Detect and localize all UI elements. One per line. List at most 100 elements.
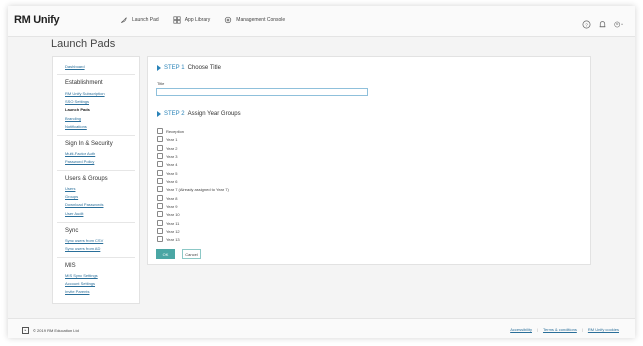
year-group-option[interactable]: Year 11 [157, 220, 179, 226]
footer-link-accessibility[interactable]: Accessibility [510, 327, 532, 332]
year-group-option[interactable]: Reception [157, 128, 184, 134]
year-group-option[interactable]: Year 13 [157, 236, 180, 242]
nav-launch-pad-label: Launch Pad [132, 17, 159, 23]
sidebar-item-launch-pads[interactable]: Launch Pads [65, 108, 90, 112]
step-1-header: STEP 1 Choose Title [157, 65, 221, 71]
footer-divider: | [536, 327, 539, 332]
title-label: Title [157, 81, 165, 86]
main-nav: Launch Pad App Library Management Consol… [120, 16, 285, 24]
checkbox[interactable] [157, 136, 163, 142]
svg-text:?: ? [585, 22, 588, 27]
sidebar-item-groups[interactable]: Groups [65, 195, 78, 199]
step-arrow-icon [157, 111, 161, 117]
sidebar: Dashboard Establishment RM Unify Subscri… [52, 56, 140, 304]
footer-link-cookies[interactable]: RM Unify cookies [588, 327, 619, 332]
user-menu-icon[interactable] [614, 16, 623, 34]
copyright-text: © 2019 RM Education Ltd [33, 328, 79, 333]
year-group-option[interactable]: Year 5 [157, 170, 177, 176]
step-arrow-icon [157, 65, 161, 71]
nav-app-library[interactable]: App Library [173, 16, 211, 24]
logo[interactable]: RM Unify [14, 14, 60, 26]
copyright: ▸ © 2019 RM Education Ltd [22, 327, 79, 334]
help-icon[interactable]: ? [582, 16, 591, 34]
sidebar-item-invite-parents[interactable]: Invite Parents [65, 290, 89, 294]
checkbox[interactable] [157, 228, 163, 234]
year-group-label: Year 3 [166, 153, 178, 159]
year-group-option[interactable]: Year 8 [157, 195, 177, 201]
sidebar-divider [57, 257, 135, 258]
year-group-label: Year 10 [166, 211, 180, 217]
year-group-label: Year 4 [166, 161, 178, 167]
checkbox[interactable] [157, 145, 163, 151]
step-2-title: Assign Year Groups [187, 111, 241, 117]
year-group-label: Year 6 [166, 178, 178, 184]
checkbox[interactable] [157, 128, 163, 134]
year-group-option[interactable]: Year 10 [157, 211, 180, 217]
sidebar-link-dashboard[interactable]: Dashboard [65, 65, 85, 69]
sidebar-heading-sync: Sync [65, 228, 79, 234]
sidebar-item-user-audit[interactable]: User Audit [65, 212, 83, 216]
sidebar-item-download-passwords[interactable]: Download Passwords [65, 203, 103, 207]
sidebar-item-branding[interactable]: Branding [65, 117, 81, 121]
checkbox[interactable] [157, 220, 163, 226]
app-window: RM Unify Launch Pad App Library Manageme… [8, 6, 635, 338]
nav-app-library-label: App Library [184, 17, 211, 23]
checkbox[interactable] [157, 195, 163, 201]
year-group-option[interactable]: Year 7 (Already assigned to Year 7) [157, 186, 229, 192]
sidebar-item-notifications[interactable]: Notifications [65, 125, 87, 129]
sidebar-divider [57, 222, 135, 223]
sidebar-item-sso-settings[interactable]: SSO Settings [65, 100, 89, 104]
sidebar-item-sync-ad[interactable]: Sync users from AD [65, 247, 100, 251]
year-group-label: Year 5 [166, 170, 178, 176]
year-group-option[interactable]: Year 3 [157, 153, 177, 159]
year-group-label: Year 13 [166, 236, 180, 242]
year-group-option[interactable]: Year 2 [157, 145, 177, 151]
year-group-option[interactable]: Year 6 [157, 178, 177, 184]
checkbox[interactable] [157, 170, 163, 176]
year-group-option[interactable]: Year 9 [157, 203, 177, 209]
footer-divider: | [581, 327, 583, 332]
nav-management-console[interactable]: Management Console [224, 16, 285, 24]
step-2-header: STEP 2 Assign Year Groups [157, 111, 241, 117]
year-group-label: Year 7 (Already assigned to Year 7) [166, 186, 229, 192]
title-input[interactable] [156, 88, 368, 96]
sidebar-item-sync-csv[interactable]: Sync users from CSV [65, 239, 103, 243]
checkbox[interactable] [157, 236, 163, 242]
footer: ▸ © 2019 RM Education Ltd Accessibility … [8, 318, 635, 338]
nav-launch-pad[interactable]: Launch Pad [120, 16, 159, 24]
sidebar-divider [57, 74, 135, 75]
year-group-option[interactable]: Year 12 [157, 228, 180, 234]
cancel-button[interactable]: Cancel [182, 249, 201, 259]
sidebar-item-subscription[interactable]: RM Unify Subscription [65, 92, 105, 96]
bell-icon[interactable] [598, 16, 607, 34]
year-group-label: Reception [166, 128, 185, 134]
ok-button[interactable]: OK [156, 249, 175, 259]
launch-pad-form: STEP 1 Choose Title Title STEP 2 Assign … [147, 56, 591, 265]
sidebar-item-mis-sync-settings[interactable]: MIS Sync Settings [65, 274, 98, 278]
step-2-number: STEP 2 [164, 111, 185, 117]
sidebar-item-account-settings[interactable]: Account Settings [65, 282, 95, 286]
year-group-option[interactable]: Year 4 [157, 161, 177, 167]
sidebar-heading-mis: MIS [65, 263, 76, 269]
accessibility-toggle-icon[interactable]: ▸ [22, 327, 29, 334]
footer-links: Accessibility | Terms & conditions | RM … [510, 327, 619, 332]
year-group-label: Year 11 [166, 220, 180, 226]
checkbox[interactable] [157, 153, 163, 159]
footer-link-terms[interactable]: Terms & conditions [543, 327, 577, 332]
sidebar-divider [57, 135, 135, 136]
sidebar-item-users[interactable]: Users [65, 187, 75, 191]
app-library-icon [173, 16, 181, 24]
step-1-title: Choose Title [187, 65, 221, 71]
checkbox[interactable] [157, 161, 163, 167]
checkbox[interactable] [157, 203, 163, 209]
top-bar: RM Unify Launch Pad App Library Manageme… [8, 6, 635, 37]
sidebar-item-password-policy[interactable]: Password Policy [65, 160, 94, 164]
year-group-option[interactable]: Year 1 [157, 136, 177, 142]
checkbox[interactable] [157, 211, 163, 217]
sidebar-heading-establishment: Establishment [65, 80, 103, 86]
year-group-label: Year 9 [166, 203, 178, 209]
year-group-label: Year 1 [166, 136, 178, 142]
sidebar-item-multi-factor-auth[interactable]: Multi-Factor Auth [65, 152, 95, 156]
checkbox[interactable] [157, 178, 163, 184]
checkbox[interactable] [157, 186, 163, 192]
